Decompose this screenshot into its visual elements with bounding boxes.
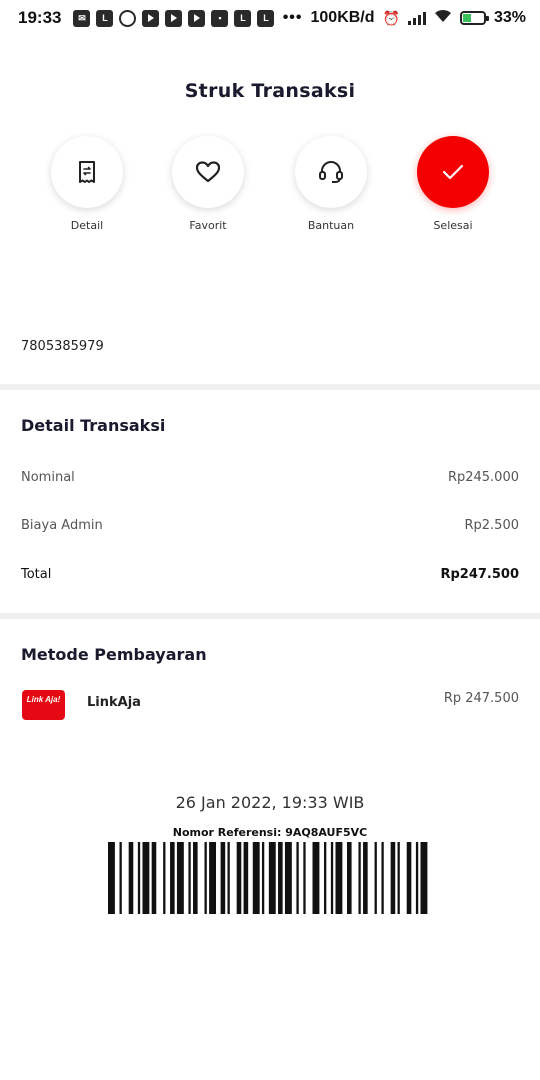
battery-percent: 33% bbox=[493, 9, 526, 26]
barcode-bar bbox=[415, 842, 419, 914]
battery-icon bbox=[459, 11, 489, 25]
receipt-icon bbox=[79, 161, 95, 183]
l-app-notification-icon: L bbox=[234, 9, 252, 27]
barcode-bar bbox=[303, 842, 306, 914]
favorit-button[interactable]: Favorit bbox=[153, 136, 263, 232]
check-icon bbox=[442, 164, 464, 180]
payment-method-name: LinkAja bbox=[87, 695, 141, 710]
barcode-bar bbox=[358, 842, 361, 914]
barcode-bar bbox=[151, 842, 157, 914]
alarm-icon: ⏰ bbox=[382, 9, 400, 26]
status-bar: 19:33 ✉ L ▪ L L ••• 100KB/d ⏰ 33% bbox=[0, 0, 540, 36]
barcode-bar bbox=[188, 842, 191, 914]
nominal-value: Rp245.000 bbox=[447, 470, 519, 485]
barcode-bar bbox=[374, 842, 377, 914]
selesai-circle[interactable] bbox=[417, 136, 489, 208]
barcode-bar bbox=[193, 842, 198, 914]
barcode-bar bbox=[176, 842, 184, 914]
barcode-bar bbox=[420, 842, 428, 914]
signal-icon bbox=[407, 11, 426, 25]
action-bar: Detail Favorit Bantuan Selesai bbox=[0, 136, 540, 246]
section-divider bbox=[0, 613, 540, 619]
bantuan-button[interactable]: Bantuan bbox=[276, 136, 386, 232]
linkaja-logo-text: Link Aja! bbox=[26, 695, 61, 704]
barcode-bar bbox=[330, 842, 334, 914]
barcode-bar bbox=[296, 842, 299, 914]
barcode-bar bbox=[261, 842, 265, 914]
selesai-button[interactable]: Selesai bbox=[398, 136, 508, 232]
barcode-bar bbox=[142, 842, 150, 914]
total-label: Total bbox=[21, 567, 52, 582]
nominal-row: Nominal Rp245.000 bbox=[21, 470, 519, 485]
barcode-bar bbox=[346, 842, 352, 914]
reference-number: Nomor Referensi: 9AQ8AUF5VC bbox=[172, 826, 368, 839]
payment-method-row: Link Aja! LinkAja Rp 247.500 bbox=[22, 688, 519, 720]
barcode-bar bbox=[268, 842, 276, 914]
section-divider bbox=[0, 384, 540, 390]
barcode-bar bbox=[119, 842, 122, 914]
account-number: 7805385979 bbox=[21, 339, 104, 354]
page-title: Struk Transaksi bbox=[184, 80, 356, 102]
mail-notification-icon: ✉ bbox=[73, 9, 91, 27]
barcode-bar bbox=[243, 842, 249, 914]
barcode-bar bbox=[390, 842, 396, 914]
barcode-bar bbox=[252, 842, 260, 914]
status-right: ••• 100KB/d ⏰ 33% bbox=[283, 9, 526, 28]
total-value: Rp247.500 bbox=[440, 567, 519, 582]
barcode-bar bbox=[137, 842, 141, 914]
nominal-label: Nominal bbox=[21, 470, 75, 485]
admin-fee-label: Biaya Admin bbox=[21, 518, 103, 533]
youtube-notification-icon bbox=[188, 9, 206, 27]
payment-amount: Rp 247.500 bbox=[443, 691, 519, 706]
linkaja-logo: Link Aja! bbox=[22, 690, 65, 720]
net-speed: 100KB/d bbox=[310, 9, 375, 26]
barcode-bar bbox=[284, 842, 292, 914]
barcode-bar bbox=[209, 842, 216, 914]
barcode-bar bbox=[170, 842, 175, 914]
barcode-bar bbox=[324, 842, 327, 914]
barcode-bar bbox=[363, 842, 368, 914]
bantuan-circle[interactable] bbox=[295, 136, 367, 208]
detail-label: Detail bbox=[70, 219, 104, 232]
barcode-bar bbox=[128, 842, 134, 914]
barcode-bar bbox=[236, 842, 242, 914]
barcode-bar bbox=[335, 842, 343, 914]
notification-icons: ✉ L ▪ L L bbox=[73, 9, 275, 27]
detail-section-title: Detail Transaksi bbox=[21, 416, 166, 435]
detail-circle[interactable] bbox=[51, 136, 123, 208]
barcode bbox=[108, 842, 428, 914]
barcode-bar bbox=[220, 842, 226, 914]
barcode-bar bbox=[227, 842, 230, 914]
admin-fee-value: Rp2.500 bbox=[464, 518, 519, 533]
youtube-notification-icon bbox=[142, 9, 160, 27]
transaction-date: 26 Jan 2022, 19:33 WIB bbox=[175, 793, 365, 812]
youtube-notification-icon bbox=[165, 9, 183, 27]
barcode-bar bbox=[278, 842, 283, 914]
wifi-icon bbox=[434, 9, 452, 28]
heart-icon bbox=[195, 161, 221, 183]
bri-mo-notification-icon: ▪ bbox=[211, 9, 229, 27]
headset-icon bbox=[319, 161, 343, 183]
barcode-bar bbox=[312, 842, 320, 914]
admin-fee-row: Biaya Admin Rp2.500 bbox=[21, 518, 519, 533]
barcode-bar bbox=[397, 842, 400, 914]
barcode-bar bbox=[406, 842, 412, 914]
barcode-bar bbox=[381, 842, 384, 914]
favorit-label: Favorit bbox=[189, 219, 227, 232]
payment-section-title: Metode Pembayaran bbox=[21, 645, 207, 664]
barcode-bar bbox=[163, 842, 166, 914]
selesai-label: Selesai bbox=[433, 219, 473, 232]
barcode-bar bbox=[204, 842, 207, 914]
total-row: Total Rp247.500 bbox=[21, 567, 519, 582]
status-time: 19:33 bbox=[18, 8, 62, 27]
barcode-bar bbox=[108, 842, 115, 914]
l-app-notification-icon: L bbox=[96, 9, 114, 27]
l-app-notification-icon: L bbox=[257, 9, 275, 27]
favorit-circle[interactable] bbox=[172, 136, 244, 208]
more-dots-icon: ••• bbox=[282, 9, 303, 26]
sync-notification-icon bbox=[119, 9, 137, 27]
bantuan-label: Bantuan bbox=[307, 219, 355, 232]
detail-button[interactable]: Detail bbox=[32, 136, 142, 232]
